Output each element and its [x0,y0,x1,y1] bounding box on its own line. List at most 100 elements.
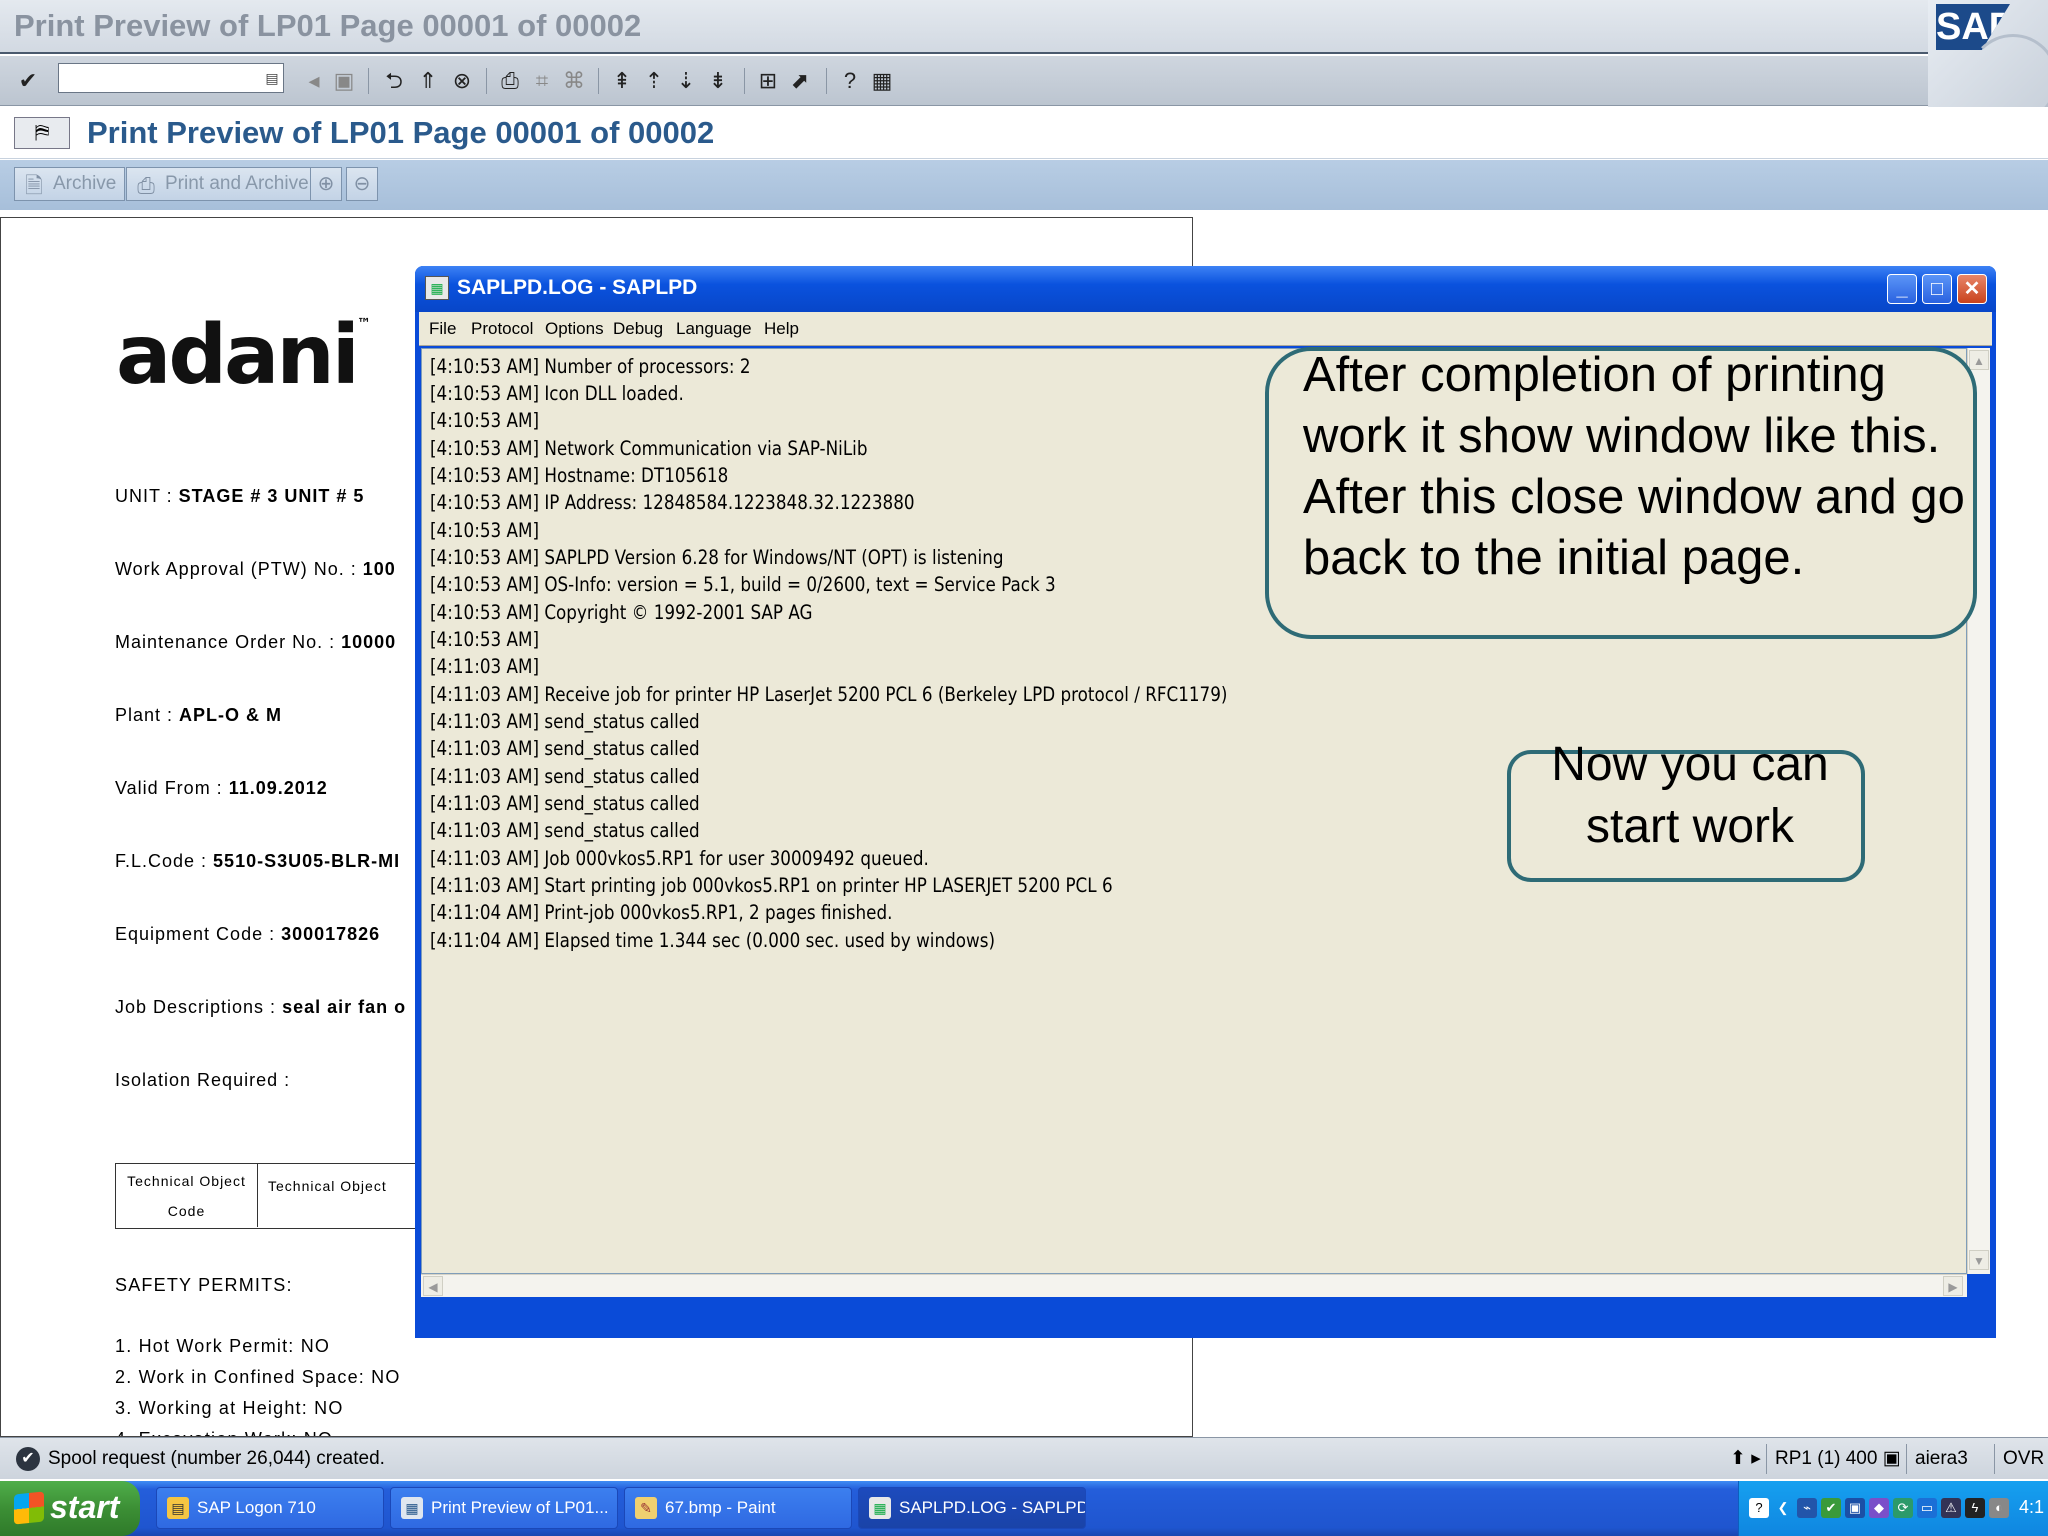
first-page-icon[interactable]: ⇞ [608,67,636,95]
toolbar-separator [826,68,827,94]
sap-logo: SAP [1928,0,2048,108]
cancel-icon[interactable]: ⊗ [448,67,476,95]
adani-logo: adani™ [116,308,371,403]
sap-tray-icon[interactable]: ▣ [1845,1498,1865,1518]
system-info[interactable]: RP1 (1) 400 ▣ [1766,1444,1901,1474]
saplpd-menu-bar: File Protocol Options Debug Language Hel… [419,312,1992,346]
taskbar-clock[interactable]: 4:1 [2019,1497,2044,1518]
sap-title-bar: Print Preview of LP01 Page 00001 of 0000… [0,0,2048,54]
standard-toolbar [0,56,1928,106]
last-page-icon[interactable]: ⇟ [704,67,732,95]
maximize-button[interactable]: □ [1922,274,1952,304]
scroll-left-icon[interactable]: ◀ [423,1276,443,1296]
log-line: [4:10:53 AM] [430,628,540,651]
status-message: Spool request (number 26,044) created. [48,1448,385,1469]
taskbar-item-paint[interactable]: ✎ 67.bmp - Paint [624,1487,852,1529]
taskbar-item-print-preview[interactable]: ▦ Print Preview of LP01... [390,1487,618,1529]
system-tray: ? ❮ ⌁ ✔ ▣ ◆ ⟳ ▭ ⚠ ϟ ◐ 4:1 [1738,1481,2048,1536]
exit-icon[interactable]: ⇑ [414,67,442,95]
volume-tray-icon[interactable]: ◐ [1989,1498,2009,1518]
application-toolbar: 🗎 Archive ⎙ Print and Archive ⊕ ⊖ [0,160,2048,210]
print-and-archive-button[interactable]: ⎙ Print and Archive [126,167,318,201]
page-title: Print Preview of LP01 Page 00001 of 0000… [87,115,715,150]
find-icon[interactable]: ⌗ [528,67,556,95]
unit-field: UNIT : STAGE # 3 UNIT # 5 [115,486,365,506]
permit-item: 2. Work in Confined Space: NO [115,1367,401,1387]
network-tray-icon[interactable]: ⌁ [1797,1498,1817,1518]
menu-protocol[interactable]: Protocol [471,319,533,339]
log-line: [4:11:03 AM] Job 000vkos5.RP1 for user 3… [430,847,929,870]
menu-file[interactable]: File [429,319,456,339]
menu-debug[interactable]: Debug [613,319,663,339]
server-name: aiera3 [1906,1444,1968,1474]
insert-mode[interactable]: OVR [1994,1444,2044,1474]
antivirus-tray-icon[interactable]: ⚠ [1941,1498,1961,1518]
next-page-icon[interactable]: ⇣ [672,67,700,95]
saplpd-app-icon: ▦ [425,276,449,300]
help-tray-icon[interactable]: ? [1749,1498,1769,1518]
enter-check-icon[interactable]: ✔ [14,67,42,95]
callout-text: After completion of printing work it sho… [1303,348,1965,585]
left-arrow-icon[interactable]: ◂ [300,67,328,95]
close-button[interactable]: ✕ [1957,274,1987,304]
menu-help[interactable]: Help [764,319,799,339]
permit-item: 4. Excavation Work: NO [115,1429,333,1436]
permit-item: 1. Hot Work Permit: NO [115,1336,331,1356]
instruction-callout-start-work: Now you can start work [1507,738,1865,882]
minimize-button[interactable]: _ [1887,274,1917,304]
layout-menu-icon[interactable]: ▦ [868,67,896,95]
print-icon[interactable]: ⎙ [496,67,524,95]
find-next-icon[interactable]: ⌘ [560,67,588,95]
sap-window-icon: ▦ [401,1497,423,1519]
sap-logon-icon: ▤ [167,1497,189,1519]
log-line: [4:11:04 AM] Print-job 000vkos5.RP1, 2 p… [430,901,893,924]
menu-language[interactable]: Language [676,319,752,339]
toolbar-separator [598,68,599,94]
toolbar-separator [744,68,745,94]
toolbar-separator [368,68,369,94]
save-icon[interactable]: ▣ [330,67,358,95]
saplpd-window-title: SAPLPD.LOG - SAPLPD [457,276,698,299]
command-field[interactable]: ▤ [58,63,284,93]
scroll-down-icon[interactable]: ▼ [1969,1250,1989,1270]
display-tray-icon[interactable]: ▭ [1917,1498,1937,1518]
log-line: [4:11:04 AM] Elapsed time 1.344 sec (0.0… [430,929,995,952]
table-header-technical-object-code: Technical Object Code [116,1164,258,1227]
horizontal-scrollbar[interactable]: ◀ ▶ [421,1274,1967,1297]
zoom-in-button[interactable]: ⊕ [310,167,342,201]
status-toggle-icon[interactable]: ⬆ ▸ [1722,1444,1761,1474]
command-dropdown-icon[interactable]: ▤ [263,67,281,89]
utility-tray-icon[interactable]: ◆ [1869,1498,1889,1518]
log-line: [4:11:03 AM] send_status called [430,710,700,733]
previous-page-icon[interactable]: ⇡ [640,67,668,95]
back-icon[interactable]: ⮌ [380,67,408,95]
collapse-tray-icon[interactable]: ❮ [1773,1498,1793,1518]
screen-menu-icon[interactable]: ⛿ [14,117,70,149]
log-line: [4:11:03 AM] [430,655,540,678]
shortcut-icon[interactable]: ⬈ [786,67,814,95]
taskbar-item-saplpd[interactable]: ▦ SAPLPD.LOG - SAPLPD [858,1487,1086,1529]
table-header-technical-object: Technical Object [268,1178,387,1194]
update-tray-icon[interactable]: ⟳ [1893,1498,1913,1518]
start-button[interactable]: start [0,1481,140,1536]
log-line: [4:10:53 AM] Number of processors: 2 [430,355,751,378]
zoom-out-button[interactable]: ⊖ [346,167,378,201]
callout-text: Now you can start work [1551,738,1829,853]
power-tray-icon[interactable]: ϟ [1965,1498,1985,1518]
toolbar-separator [486,68,487,94]
help-icon[interactable]: ? [836,67,864,95]
scroll-right-icon[interactable]: ▶ [1943,1276,1963,1296]
safety-permits-heading: SAFETY PERMITS: [115,1275,293,1295]
taskbar-item-sap-logon[interactable]: ▤ SAP Logon 710 [156,1487,384,1529]
screen-title-bar: ⛿ Print Preview of LP01 Page 00001 of 00… [0,107,2048,159]
log-line: [4:10:53 AM] Network Communication via S… [430,437,868,460]
log-line: [4:10:53 AM] [430,409,540,432]
windows-taskbar: start ▤ SAP Logon 710 ▦ Print Preview of… [0,1481,2048,1536]
security-tray-icon[interactable]: ✔ [1821,1498,1841,1518]
sap-status-bar: ✔ Spool request (number 26,044) created.… [0,1437,2048,1479]
log-line: [4:10:53 AM] IP Address: 12848584.122384… [430,491,915,514]
create-session-icon[interactable]: ⊞ [754,67,782,95]
saplpd-title-bar[interactable]: ▦ SAPLPD.LOG - SAPLPD _ □ ✕ [415,266,1996,312]
menu-options[interactable]: Options [545,319,604,339]
archive-button[interactable]: 🗎 Archive [14,167,126,201]
